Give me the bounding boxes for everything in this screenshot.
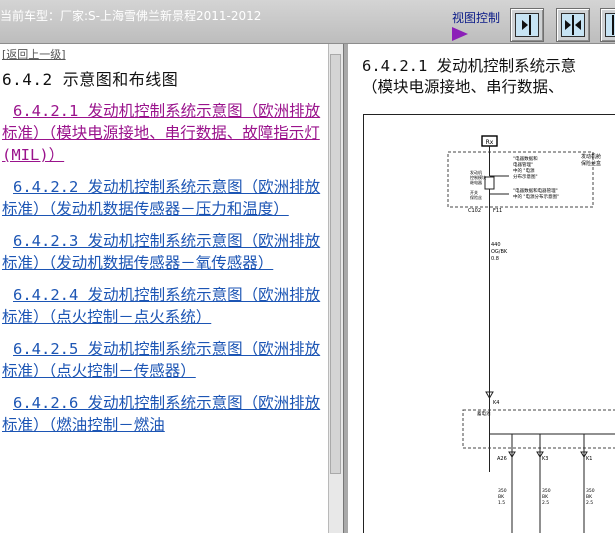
play-arrow-icon (452, 27, 468, 41)
document-title-line-2: （模块电源接地、串行数据、 (362, 78, 564, 96)
wire-label-2: OG/BK (491, 249, 508, 255)
w3-num: 350 (586, 488, 595, 494)
fuse-icon (484, 176, 495, 190)
side-note-1: 发动机舱 (581, 153, 601, 160)
relay-label-5: 保险丝 (470, 194, 482, 200)
section-title: 6.4.2 示意图和布线图 (2, 70, 179, 89)
pin-a26: A26 (497, 456, 507, 462)
car-model-label: 当前车型：厂家:S-上海雪佛兰新景程2011-2012 (0, 9, 262, 23)
box-note-3: 中的 "电源 (513, 167, 535, 174)
back-link[interactable]: [返回上一级] (2, 46, 66, 62)
toc-list: 6.4.2.1 发动机控制系统示意图（欧洲排放标准）（模块电源接地、串行数据、故… (0, 100, 328, 446)
pin-k1: K1 (586, 456, 592, 462)
box-note-6: 中的 "电源分布示意图" (513, 193, 559, 200)
module-label: 蓄电池 (477, 410, 491, 417)
box-note-2: 电器管理" (513, 161, 533, 168)
side-note-2: 保险丝盒 (581, 160, 601, 167)
document-panel: 6.4.2.1 发动机控制系统示意 （模块电源接地、串行数据、 Rx 发动机舱 … (348, 44, 615, 533)
toc-item-6-4-2-3[interactable]: 6.4.2.3 发动机控制系统示意图（欧洲排放标准）（发动机数据传感器－氧传感器… (0, 230, 328, 274)
w2-num: 350 (542, 488, 551, 494)
toc-item-6-4-2-5[interactable]: 6.4.2.5 发动机控制系统示意图（欧洲排放标准）（点火控制－传感器） (0, 338, 328, 382)
toc-item-6-4-2-6[interactable]: 6.4.2.6 发动机控制系统示意图（欧洲排放标准）（燃油控制－燃油 (0, 392, 328, 436)
box-note-5: "电器数据和电器管理" (513, 187, 558, 194)
pin-k3: K3 (542, 456, 548, 462)
connector-f11: F11 (493, 208, 502, 214)
connector-k4: K4 (493, 400, 499, 406)
panel-right-icon (515, 13, 539, 37)
w1-col: BK (498, 494, 505, 500)
box-note-1: "电器数据和 (513, 155, 538, 162)
w3-col: BK (586, 494, 593, 500)
w3-gauge: 2.5 (586, 500, 593, 506)
toc-panel: [返回上一级] 6.4.2 示意图和布线图 6.4.2.1 发动机控制系统示意图… (0, 44, 328, 533)
wire-label-3: 0.8 (491, 256, 499, 262)
toc-scrollbar[interactable] (328, 44, 343, 533)
view-control-label: 视图控制 (452, 11, 501, 25)
wiring-diagram: Rx 发动机舱 保险丝盒 "电器数据和 电器管理" 中的 "电源 分布示意图" … (363, 114, 615, 533)
panel-left-icon (605, 13, 615, 37)
toc-item-6-4-2-1[interactable]: 6.4.2.1 发动机控制系统示意图（欧洲排放标准）（模块电源接地、串行数据、故… (0, 100, 328, 166)
document-title: 6.4.2.1 发动机控制系统示意 （模块电源接地、串行数据、 (362, 56, 576, 98)
toc-item-6-4-2-2[interactable]: 6.4.2.2 发动机控制系统示意图（欧洲排放标准）（发动机数据传感器－压力和温… (0, 176, 328, 220)
panel-split-icon (561, 13, 585, 37)
wire-label-1: 440 (491, 242, 501, 248)
fuse-label: Rx (486, 139, 494, 146)
w1-num: 350 (498, 488, 507, 494)
box-note-4: 分布示意图" (513, 173, 538, 180)
panel-left-button[interactable] (600, 8, 615, 42)
w1-gauge: 1.5 (498, 500, 505, 506)
panel-right-button[interactable] (510, 8, 544, 42)
relay-label-3: 继电器 (470, 179, 482, 185)
document-title-line-1: 6.4.2.1 发动机控制系统示意 (362, 57, 577, 75)
top-toolbar: 当前车型：厂家:S-上海雪佛兰新景程2011-2012 视图控制 (0, 0, 615, 44)
toc-item-6-4-2-4[interactable]: 6.4.2.4 发动机控制系统示意图（欧洲排放标准）（点火控制－点火系统） (0, 284, 328, 328)
panel-split-button[interactable] (556, 8, 590, 42)
connector-c102: C102 (468, 208, 481, 214)
w2-gauge: 2.5 (542, 500, 549, 506)
w2-col: BK (542, 494, 549, 500)
toc-scrollbar-thumb[interactable] (330, 54, 341, 474)
